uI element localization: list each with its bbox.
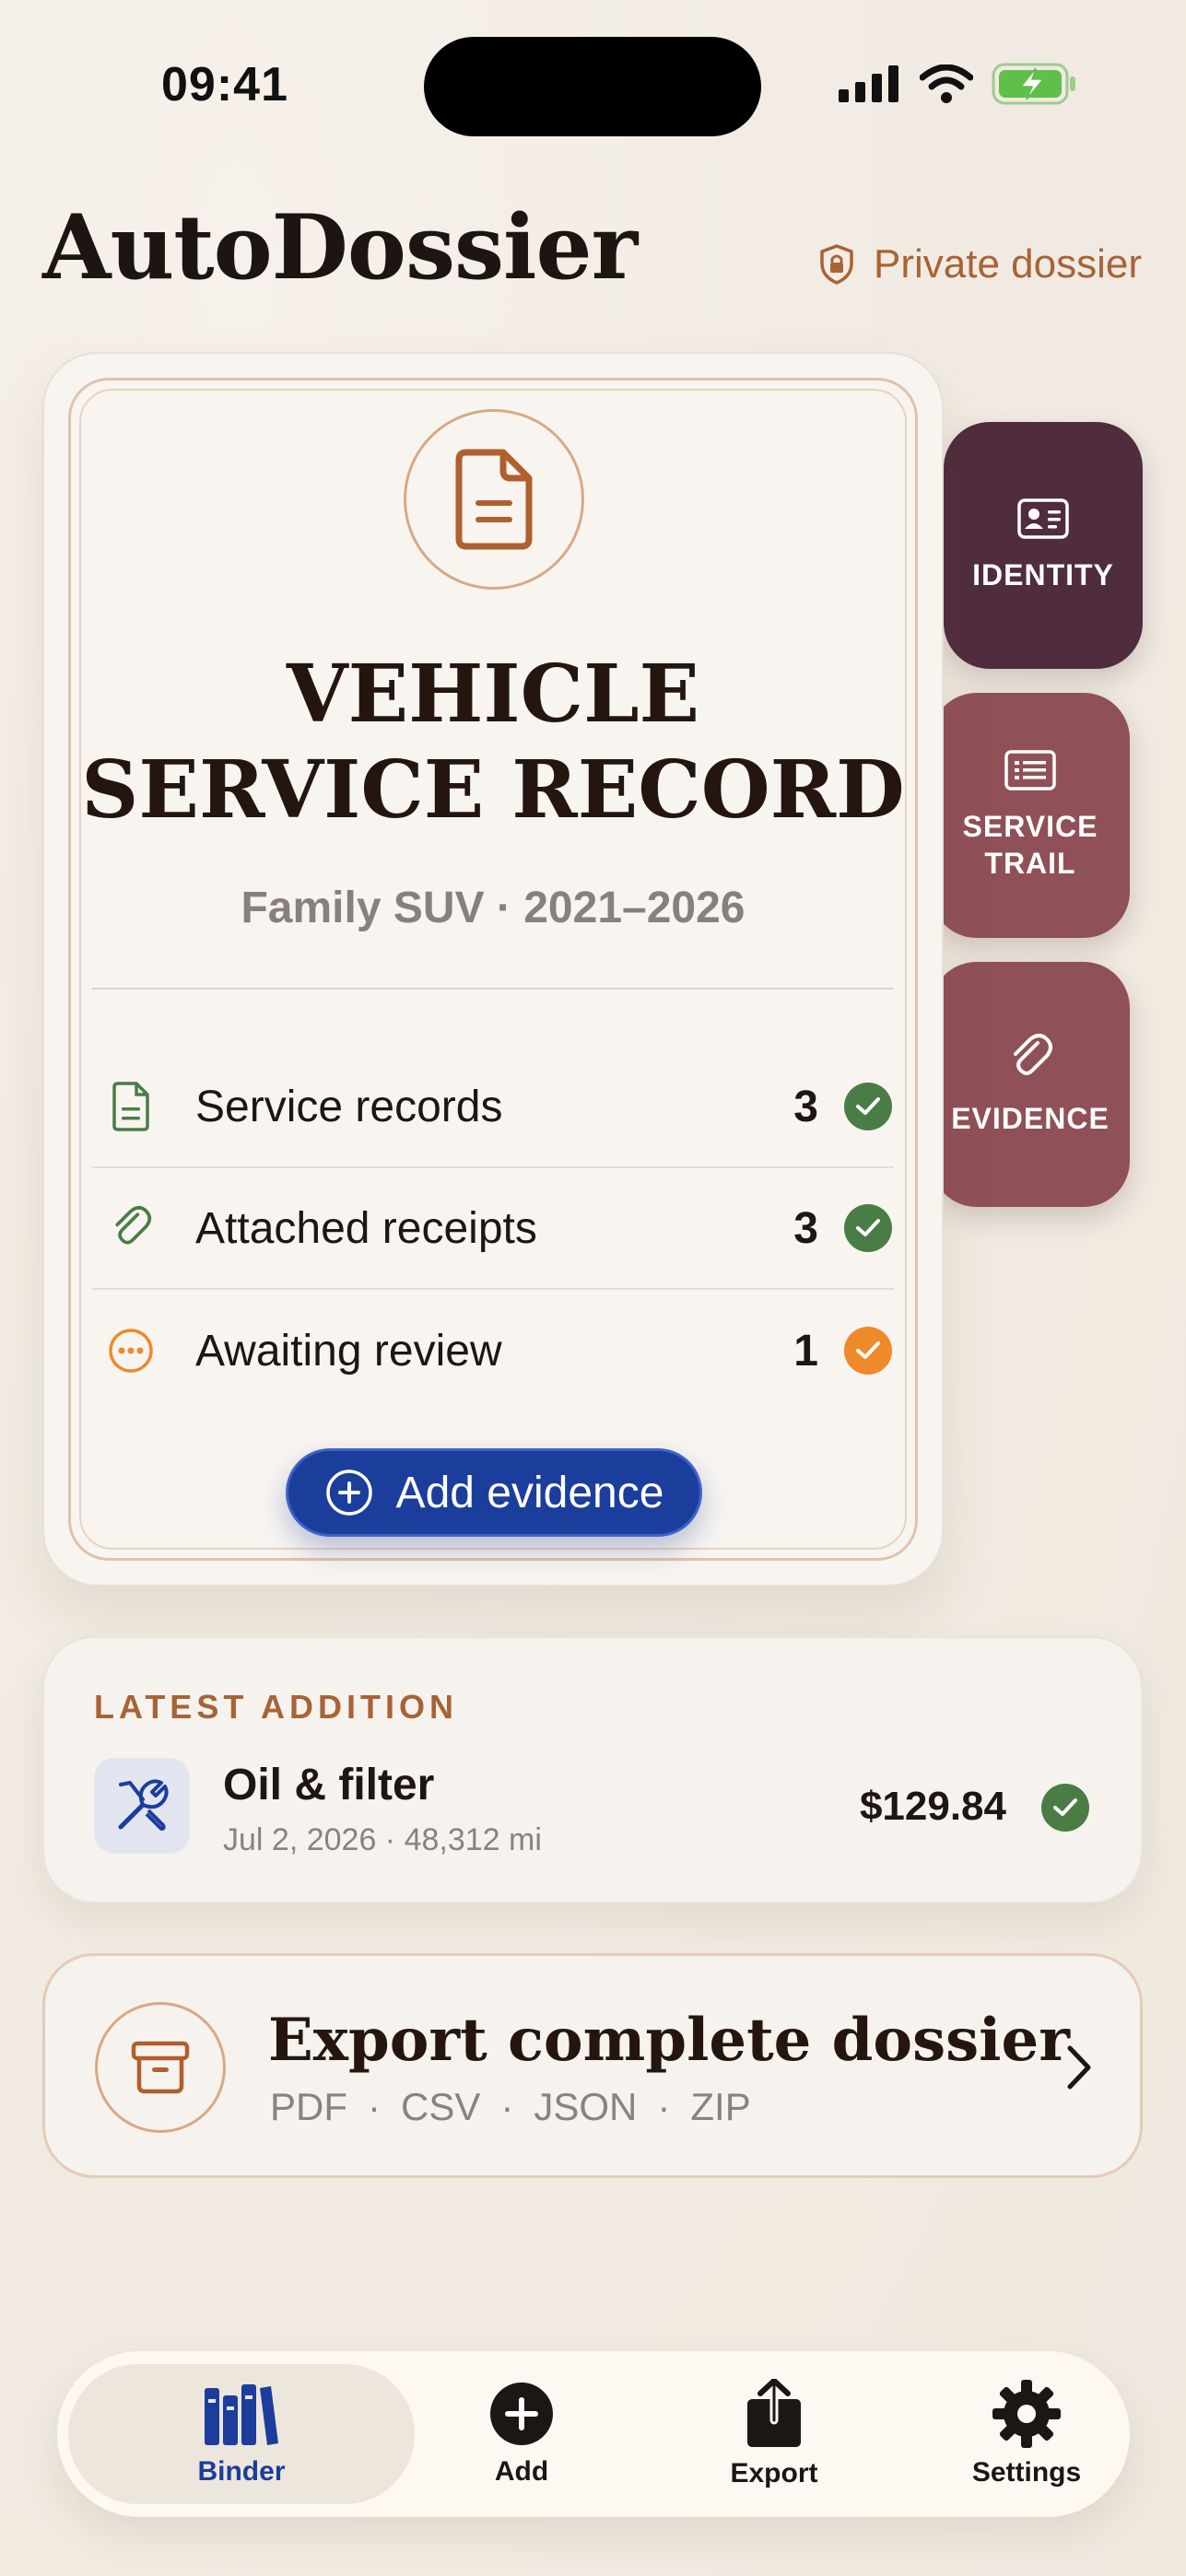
status-time: 09:41	[161, 58, 288, 111]
tab-settings[interactable]: Settings	[922, 2351, 1132, 2517]
tab-settings-label: Settings	[971, 2457, 1082, 2488]
check-icon	[844, 1327, 892, 1375]
archive-badge	[95, 2002, 226, 2133]
document-outline-icon	[112, 1082, 149, 1131]
export-dossier-button[interactable]: Export complete dossier PDF · CSV · JSON…	[42, 1953, 1143, 2178]
row-count: 3	[793, 1203, 818, 1253]
app-title: AutoDossier	[42, 195, 638, 299]
row-label: Service records	[195, 1082, 503, 1131]
chevron-right-icon	[1067, 2045, 1091, 2090]
ellipsis-circle-icon	[109, 1329, 153, 1373]
private-dossier-label: Private dossier	[873, 241, 1142, 287]
export-formats: PDF · CSV · JSON · ZIP	[270, 2085, 751, 2129]
latest-addition-card[interactable]: LATEST ADDITION Oil & filter Jul 2, 2026…	[42, 1636, 1143, 1903]
row-service-records[interactable]: Service records 3	[92, 1047, 894, 1168]
format-separator: ·	[368, 2085, 381, 2128]
tab-service-label-line2: TRAIL	[984, 847, 1076, 880]
check-icon	[844, 1083, 892, 1130]
gear-icon	[992, 2380, 1061, 2448]
tab-binder[interactable]: Binder	[68, 2364, 415, 2504]
export-title: Export complete dossier	[268, 2006, 1070, 2075]
tab-binder-label: Binder	[197, 2456, 286, 2487]
tab-export-label: Export	[730, 2458, 818, 2488]
format-separator: ·	[500, 2085, 514, 2128]
paperclip-icon	[115, 1206, 152, 1245]
service-record-card: VEHICLE SERVICE RECORD Family SUV · 2021…	[42, 352, 944, 1587]
shield-lock-icon	[820, 244, 853, 285]
share-icon	[747, 2379, 801, 2447]
tab-identity-label: IDENTITY	[972, 558, 1114, 591]
tab-add-label: Add	[494, 2456, 549, 2487]
paperclip-icon	[1014, 1034, 1052, 1075]
card-divider	[92, 988, 894, 989]
add-evidence-label: Add evidence	[395, 1468, 664, 1517]
tab-export[interactable]: Export	[669, 2351, 879, 2517]
id-card-icon	[1017, 498, 1069, 539]
tab-bar: Binder Add Export Settings	[57, 2351, 1130, 2517]
plus-circle-filled-icon	[490, 2383, 553, 2445]
dynamic-island	[424, 37, 761, 136]
row-label: Awaiting review	[195, 1326, 502, 1376]
format-csv: CSV	[401, 2085, 481, 2128]
signal-icon	[839, 65, 898, 102]
tab-service-label-line1: SERVICE	[962, 810, 1098, 843]
wrench-badge	[94, 1758, 190, 1854]
row-count: 3	[793, 1082, 818, 1131]
format-json: JSON	[534, 2085, 638, 2128]
latest-title: Oil & filter	[223, 1761, 435, 1809]
latest-meta: Jul 2, 2026 · 48,312 mi	[223, 1822, 542, 1857]
plus-circle-icon	[325, 1469, 372, 1516]
row-awaiting-review[interactable]: Awaiting review 1	[92, 1290, 894, 1411]
row-attached-receipts[interactable]: Attached receipts 3	[92, 1168, 894, 1290]
binder-books-icon	[205, 2384, 278, 2445]
tab-service-trail[interactable]: SERVICE TRAIL	[931, 693, 1130, 938]
row-label: Attached receipts	[195, 1203, 537, 1253]
card-title-line2: SERVICE RECORD	[81, 744, 905, 837]
battery-charging-icon	[992, 63, 1075, 105]
latest-amount: $129.84	[859, 1784, 1006, 1829]
add-evidence-button[interactable]: Add evidence	[286, 1448, 702, 1537]
list-doc-icon	[1004, 750, 1056, 790]
format-pdf: PDF	[270, 2085, 347, 2128]
status-icons	[839, 63, 1078, 105]
card-title-line1: VEHICLE	[286, 648, 700, 741]
card-title: VEHICLE SERVICE RECORD	[44, 647, 942, 838]
wrench-screwdriver-icon	[118, 1779, 169, 1831]
tab-add[interactable]: Add	[417, 2351, 627, 2517]
archive-box-icon	[131, 2041, 190, 2094]
latest-addition-label: LATEST ADDITION	[94, 1688, 458, 1726]
check-icon	[844, 1204, 892, 1252]
tab-evidence-label: EVIDENCE	[951, 1102, 1110, 1135]
document-icon	[455, 449, 533, 550]
format-zip: ZIP	[690, 2085, 751, 2128]
tab-evidence[interactable]: EVIDENCE	[931, 962, 1130, 1207]
format-separator: ·	[657, 2085, 671, 2128]
document-badge	[404, 409, 584, 590]
tab-identity[interactable]: IDENTITY	[944, 422, 1143, 669]
card-subtitle: Family SUV · 2021–2026	[241, 884, 746, 932]
summary-list: Service records 3 Attached receipts 3 Aw…	[92, 1047, 894, 1411]
check-icon	[1041, 1784, 1089, 1832]
private-dossier-badge[interactable]: Private dossier	[818, 241, 1142, 287]
row-count: 1	[793, 1326, 818, 1376]
wifi-icon	[920, 64, 973, 103]
